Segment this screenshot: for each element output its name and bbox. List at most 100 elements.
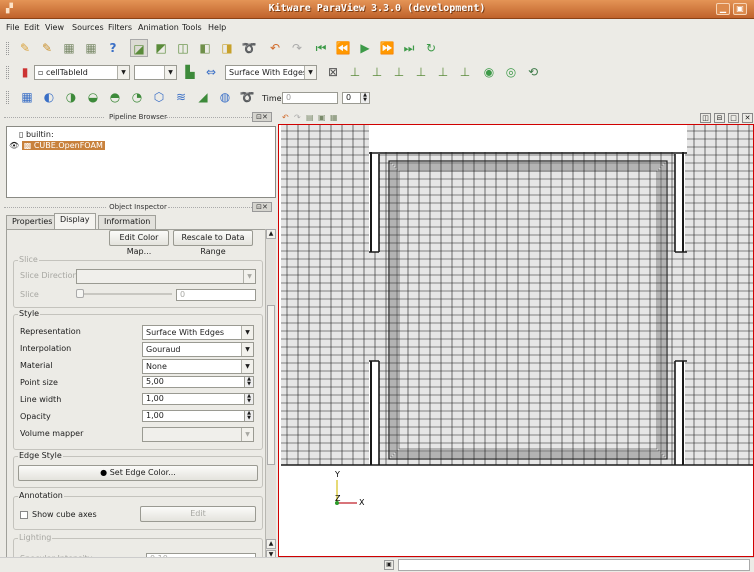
threshold-icon[interactable]: ◓ (106, 88, 124, 106)
component-selector[interactable]: ▼ (134, 65, 177, 80)
extract-subset-icon[interactable]: ◔ (128, 88, 146, 106)
progress-abort-icon[interactable]: ▣ (384, 560, 394, 570)
menu-animation[interactable]: Animation (138, 23, 179, 32)
split-vertical-icon[interactable]: ⊟ (714, 113, 725, 123)
timestep-spinbox[interactable]: 0 ▲ ▼ (342, 92, 370, 104)
inspector-scrollbar[interactable]: ▲ ▲ ▼ (265, 229, 276, 562)
group-datasets-icon[interactable]: ◍ (216, 88, 234, 106)
pipeline-item-builtin[interactable]: ▯ builtin: (19, 130, 54, 139)
glyph-icon[interactable]: ⬡ (150, 88, 168, 106)
clear-selection-icon[interactable]: ➰ (240, 39, 258, 57)
minimize-button[interactable]: ▁ (716, 3, 730, 15)
calculator-icon[interactable]: ▦ (18, 88, 36, 106)
rotation-center-icon[interactable]: ⟲ (524, 63, 542, 81)
menu-tools[interactable]: Tools (182, 23, 202, 32)
view-plus-x-icon[interactable]: ⊥ (346, 63, 364, 81)
style-spinbox[interactable]: 5,00 ▲ ▼ (142, 376, 254, 388)
center-axes-icon[interactable]: ◉ (480, 63, 498, 81)
first-frame-icon[interactable]: ⏮ (312, 39, 330, 57)
slice-value-input[interactable]: 0 (176, 289, 256, 301)
menu-view[interactable]: View (45, 23, 64, 32)
spin-arrows-icon[interactable]: ▲ ▼ (360, 92, 370, 104)
extract-level-icon[interactable]: ➰ (238, 88, 256, 106)
camera-undo-icon[interactable]: ↶ (282, 113, 289, 122)
view-minus-x-icon[interactable]: ⊥ (368, 63, 386, 81)
set-edge-color-button[interactable]: ● Set Edge Color... (18, 465, 258, 481)
last-frame-icon[interactable]: ⏭ (400, 39, 418, 57)
help-icon[interactable]: ? (104, 39, 122, 57)
select-block-icon[interactable]: ◧ (196, 39, 214, 57)
time-input[interactable]: 0 (282, 92, 338, 104)
options-icon[interactable]: ▦ (330, 113, 338, 122)
camera-redo-icon[interactable]: ↷ (294, 113, 301, 122)
toolbar-grip[interactable] (6, 91, 9, 104)
split-horizontal-icon[interactable]: ◫ (700, 113, 711, 123)
stream-tracer-icon[interactable]: ≋ (172, 88, 190, 106)
maximize-view-icon[interactable]: □ (728, 113, 739, 123)
next-frame-icon[interactable]: ⏩ (378, 39, 396, 57)
capture-icon[interactable]: ▣ (318, 113, 326, 122)
pick-center-icon[interactable]: ◎ (502, 63, 520, 81)
previous-frame-icon[interactable]: ⏪ (334, 39, 352, 57)
array-selector[interactable]: ▫ cellTableId ▼ (34, 65, 130, 80)
view-minus-y-icon[interactable]: ⊥ (412, 63, 430, 81)
tab-properties[interactable]: Properties (6, 215, 59, 229)
clip-icon[interactable]: ◑ (62, 88, 80, 106)
rescale-range-button[interactable]: Rescale to Data Range (173, 230, 253, 256)
style-select[interactable]: None ▼ (142, 359, 254, 374)
close-view-icon[interactable]: ✕ (742, 113, 753, 123)
connect-icon[interactable]: ▦ (60, 39, 78, 57)
lookmark-icon[interactable]: ▤ (306, 113, 314, 122)
menu-help[interactable]: Help (208, 23, 226, 32)
view-plus-y-icon[interactable]: ⊥ (390, 63, 408, 81)
select-points-on-icon[interactable]: ◨ (218, 39, 236, 57)
slice-slider[interactable] (76, 293, 172, 295)
style-select[interactable]: Gouraud ▼ (142, 342, 254, 357)
contour-icon[interactable]: ◐ (40, 88, 58, 106)
tab-display[interactable]: Display (54, 213, 96, 229)
panel-float-close-icon[interactable]: ⊡✕ (252, 112, 272, 122)
spin-arrows-icon[interactable]: ▲ ▼ (244, 410, 254, 422)
save-data-icon[interactable]: ✎ (38, 39, 56, 57)
slice-icon[interactable]: ◒ (84, 88, 102, 106)
edit-cube-axes-button[interactable]: Edit (140, 506, 256, 522)
style-spinbox[interactable]: 1,00 ▲ ▼ (142, 410, 254, 422)
show-cube-axes-checkbox[interactable] (20, 511, 28, 519)
select-points-icon[interactable]: ◩ (152, 39, 170, 57)
style-select[interactable]: Surface With Edges ▼ (142, 325, 254, 340)
scrollbar-thumb[interactable] (267, 305, 275, 465)
maximize-button[interactable]: ▣ (733, 3, 747, 15)
representation-selector[interactable]: Surface With Edges ▼ (225, 65, 317, 80)
color-legend-icon[interactable]: ▮ (16, 63, 34, 81)
toolbar-grip[interactable] (6, 42, 9, 55)
select-cells-icon[interactable]: ◪ (130, 39, 148, 57)
menu-file[interactable]: File (6, 23, 19, 32)
pipeline-browser[interactable]: ▯ builtin: 👁 ▩ CUBE.OpenFOAM (6, 126, 276, 198)
eye-icon[interactable]: 👁 (9, 141, 19, 150)
spin-arrows-icon[interactable]: ▲ ▼ (244, 393, 254, 405)
render-view[interactable]: Y Z X (278, 124, 754, 557)
edit-color-map-button[interactable]: Edit Color Map... (109, 230, 169, 256)
play-icon[interactable]: ▶ (356, 39, 374, 57)
scroll-up-icon[interactable]: ▲ (266, 229, 276, 239)
reset-camera-icon[interactable]: ⊠ (324, 63, 342, 81)
scroll-up-icon[interactable]: ▲ (266, 539, 276, 549)
pipeline-item-cube-openfoam[interactable]: 👁 ▩ CUBE.OpenFOAM (9, 141, 109, 152)
warp-vector-icon[interactable]: ◢ (194, 88, 212, 106)
slice-direction-select[interactable]: ▼ (76, 269, 256, 284)
view-minus-z-icon[interactable]: ⊥ (456, 63, 474, 81)
edit-color-map-icon[interactable]: ▙ (181, 63, 199, 81)
toolbar-grip[interactable] (6, 66, 9, 79)
undo-icon[interactable]: ↶ (266, 39, 284, 57)
open-icon[interactable]: ✎ (16, 39, 34, 57)
style-select[interactable]: ▼ (142, 427, 254, 442)
redo-icon[interactable]: ↷ (288, 39, 306, 57)
menu-filters[interactable]: Filters (108, 23, 132, 32)
spin-arrows-icon[interactable]: ▲ ▼ (244, 376, 254, 388)
view-plus-z-icon[interactable]: ⊥ (434, 63, 452, 81)
slider-handle[interactable] (76, 289, 84, 298)
loop-icon[interactable]: ↻ (422, 39, 440, 57)
tab-information[interactable]: Information (98, 215, 157, 229)
select-frustum-icon[interactable]: ◫ (174, 39, 192, 57)
panel-float-close-icon[interactable]: ⊡✕ (252, 202, 272, 212)
